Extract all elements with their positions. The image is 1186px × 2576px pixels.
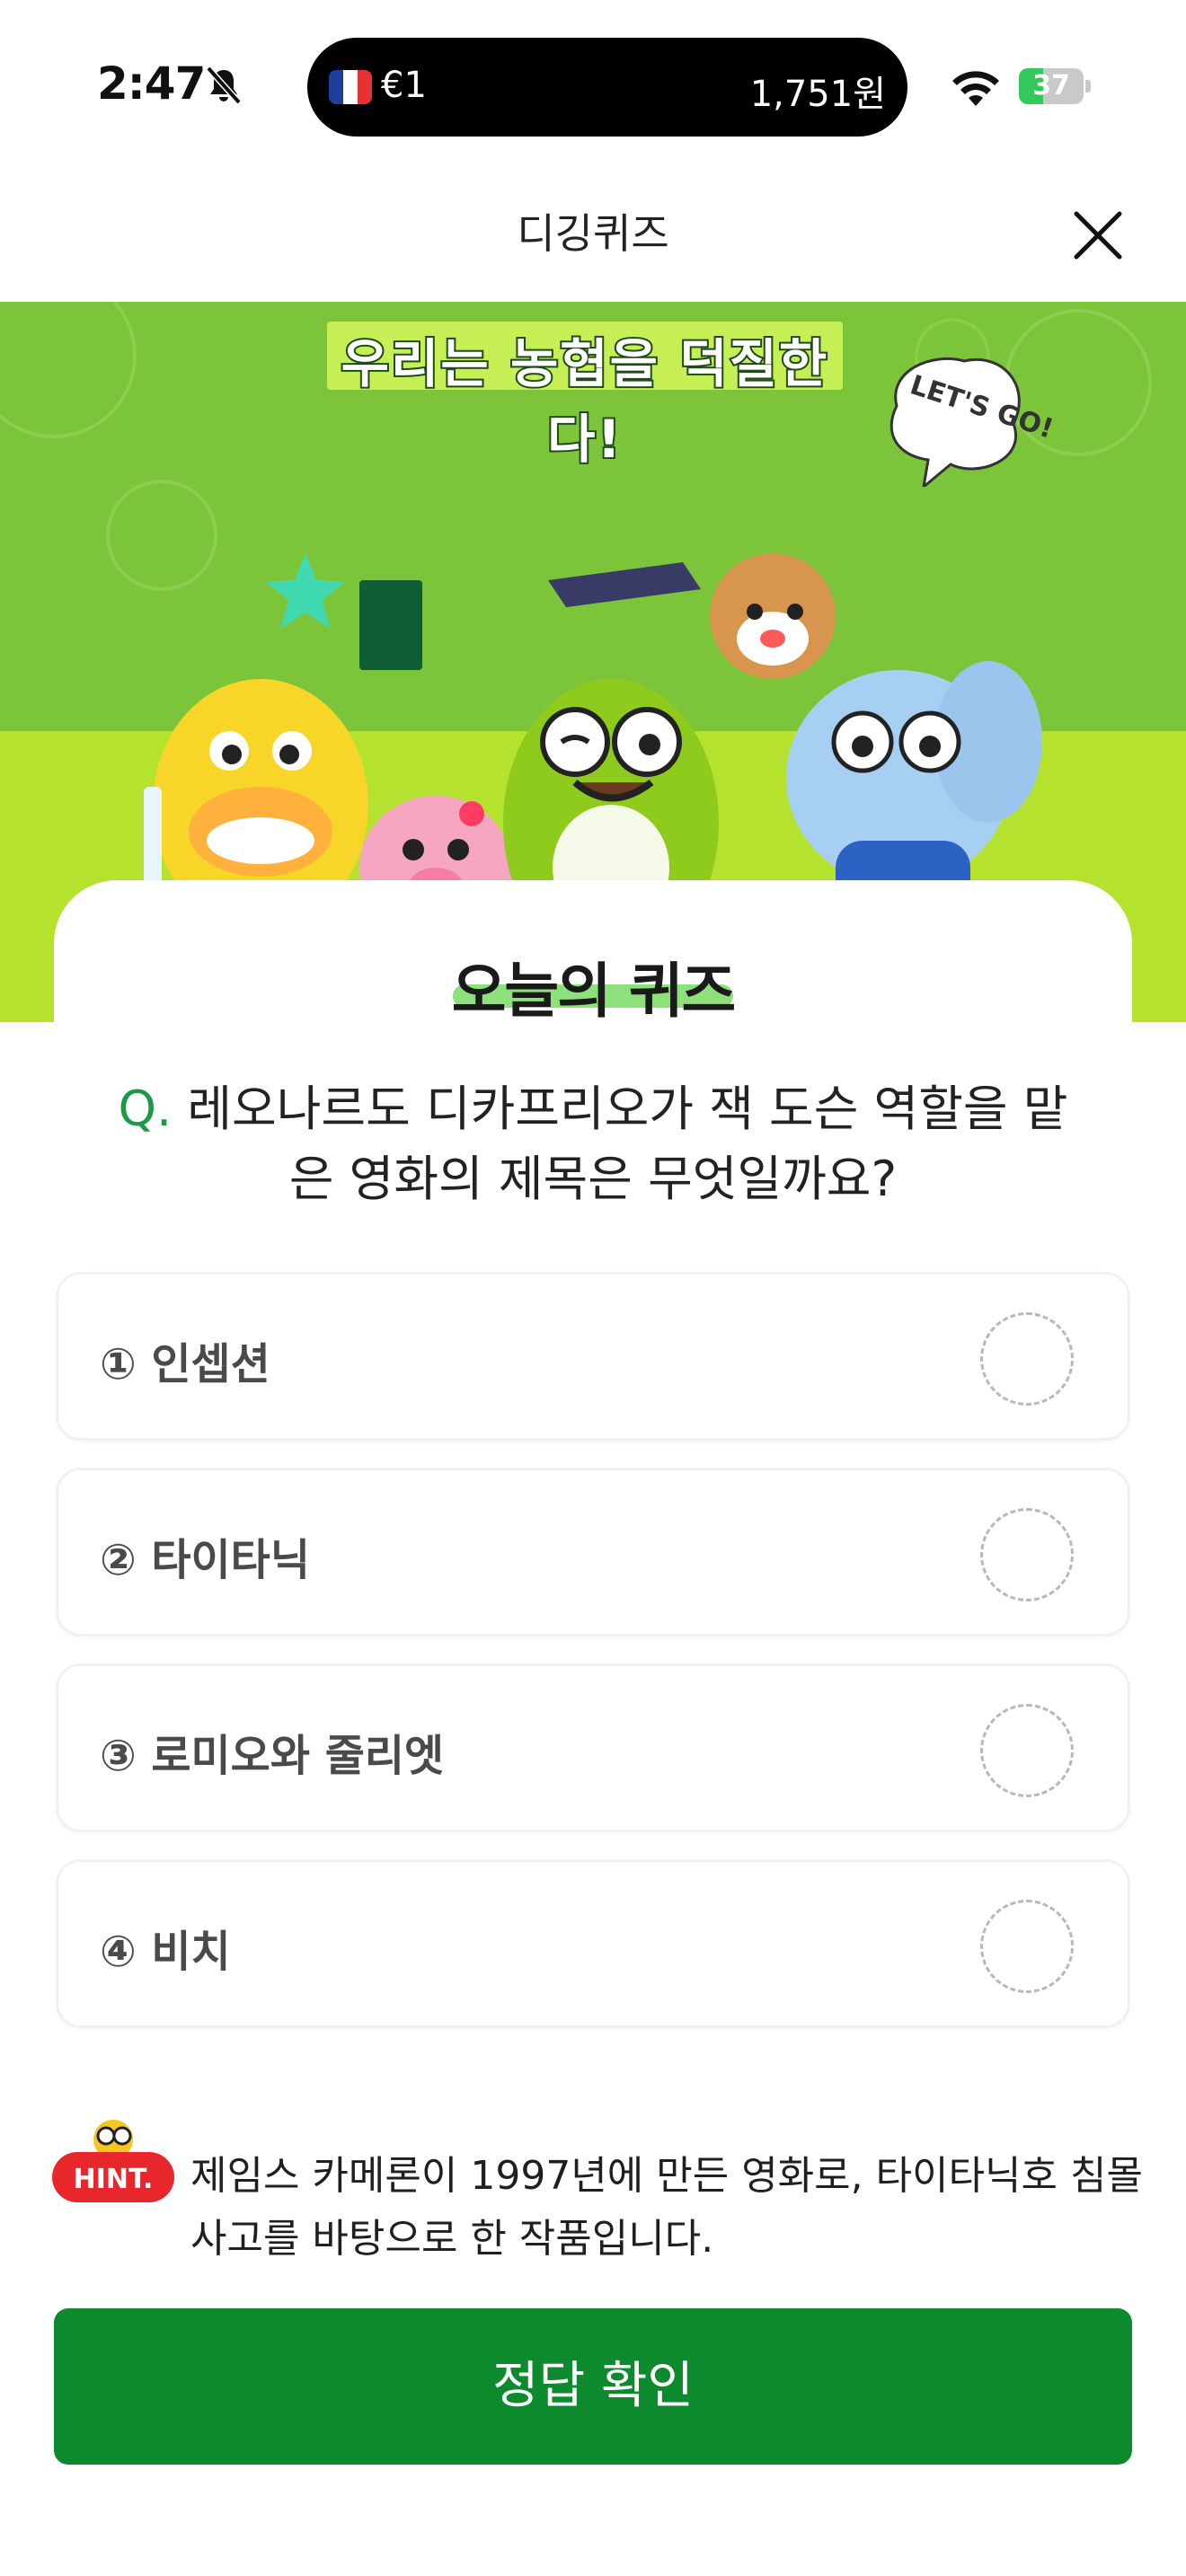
answer-option-4[interactable]: ④ 비치 (56, 1859, 1130, 2028)
status-time: 2:47 (97, 57, 206, 110)
flag-france-icon (329, 70, 372, 104)
close-icon[interactable] (1069, 207, 1127, 264)
question-prefix: Q. (118, 1081, 173, 1137)
answer-option-label: ② 타이타닉 (100, 1535, 310, 1585)
hint-text: 제임스 카메론이 1997년에 만든 영화로, 타이타닉호 침몰 사고를 바탕으… (190, 2153, 1143, 2262)
radio-circle-icon[interactable] (980, 1312, 1074, 1406)
island-amount: 1,751원 (749, 74, 886, 115)
island-currency: €1 (381, 65, 427, 106)
answer-option-label: ④ 비치 (100, 1927, 231, 1977)
quiz-heading: 오늘의 퀴즈 (451, 957, 737, 1026)
answer-option-2[interactable]: ② 타이타닉 (56, 1468, 1130, 1636)
star-icon (266, 553, 345, 629)
quiz-question: Q. 레오나르도 디카프리오가 잭 도슨 역할을 맡은 영화의 제목은 무엇일까… (117, 1074, 1069, 1214)
page-title: 디깅퀴즈 (517, 209, 669, 258)
battery-charging-icon: 37 (1019, 68, 1091, 104)
radio-circle-icon[interactable] (980, 1900, 1074, 1993)
question-text: 레오나르도 디카프리오가 잭 도슨 역할을 맡은 영화의 제목은 무엇일까요? (187, 1081, 1068, 1207)
status-bar: 2:47 €1 1,751원 37 (0, 0, 1186, 171)
check-answer-button[interactable]: 정답 확인 (54, 2308, 1132, 2465)
dynamic-island[interactable]: €1 1,751원 (307, 38, 907, 137)
answer-option-label: ③ 로미오와 줄리엣 (100, 1731, 445, 1781)
mascot-characters-illustration (144, 553, 1042, 948)
radio-circle-icon[interactable] (980, 1704, 1074, 1797)
wifi-icon (952, 71, 999, 106)
answer-option-1[interactable]: ① 인셉션 (56, 1272, 1130, 1441)
battery-level: 37 (1032, 70, 1070, 101)
answer-option-3[interactable]: ③ 로미오와 줄리엣 (56, 1663, 1130, 1832)
answer-option-label: ① 인셉션 (100, 1339, 270, 1389)
radio-circle-icon[interactable] (980, 1508, 1074, 1601)
bell-muted-icon (206, 66, 242, 105)
hint-badge-text: HINT. (74, 2164, 154, 2195)
hint-badge-icon: HINT. (52, 2120, 174, 2202)
